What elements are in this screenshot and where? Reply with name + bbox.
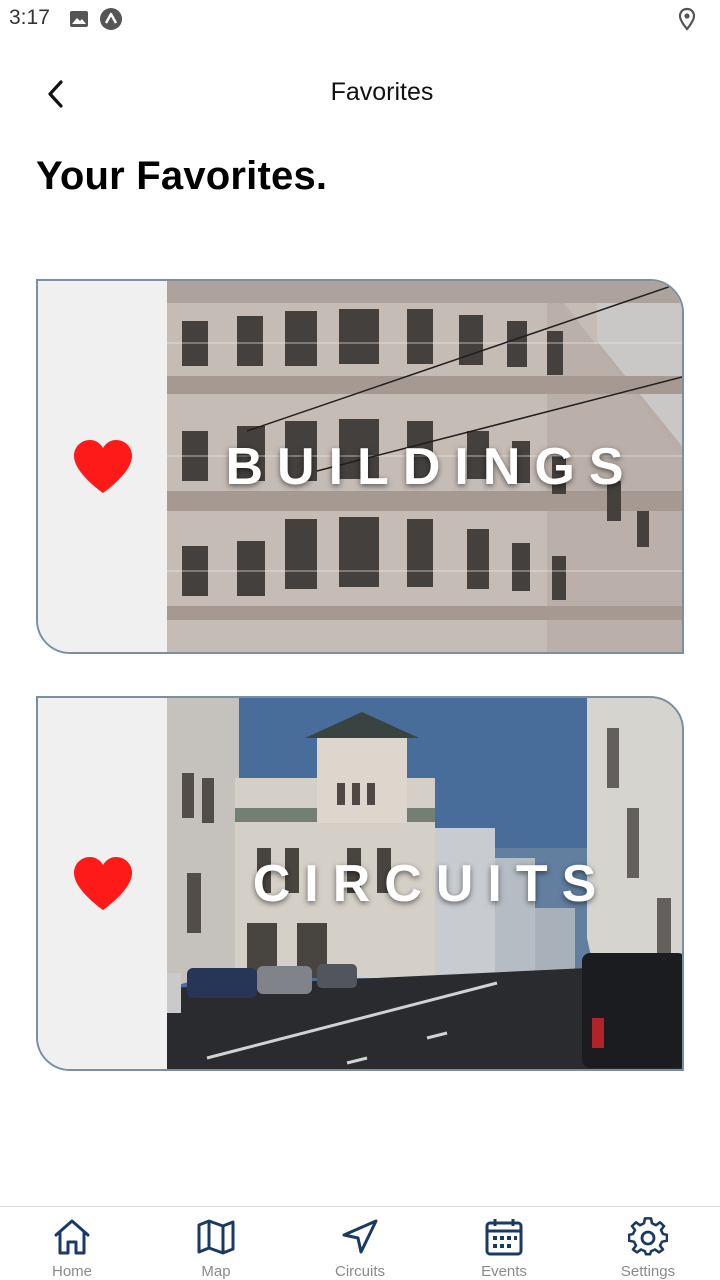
calendar-icon [484,1217,524,1257]
nav-label-settings: Settings [620,1263,676,1280]
favorite-card-buildings[interactable]: BUILDINGS [36,279,684,654]
location-pin-icon [674,6,700,32]
top-app-bar: Favorites [0,56,720,132]
card-side-panel [38,281,167,652]
nav-label-circuits: Circuits [334,1263,385,1280]
home-icon [52,1217,92,1257]
city-street-photo: CIRCUITS [167,698,682,1069]
card-title-circuits: CIRCUITS [252,854,611,913]
nav-label-events: Events [481,1263,527,1280]
nav-map[interactable]: Map [144,1207,288,1280]
card-title-buildings: BUILDINGS [225,437,638,496]
heart-icon [73,439,132,493]
gear-icon [628,1217,668,1257]
navigation-arrow-icon [340,1217,380,1257]
favorite-toggle-button[interactable] [71,438,135,496]
nav-events[interactable]: Events [432,1207,576,1280]
favorites-heading: Your Favorites. [36,154,328,198]
nav-circuits[interactable]: Circuits [288,1207,432,1280]
page-title: Favorites [330,78,434,106]
bottom-navigation: Home Map Circuits Events Settings [0,1206,720,1280]
app-notification-icon [98,6,124,32]
nav-home[interactable]: Home [0,1207,144,1280]
image-icon [66,6,92,32]
nav-settings[interactable]: Settings [576,1207,720,1280]
nav-label-map: Map [201,1263,231,1280]
nav-label-home: Home [51,1263,92,1280]
ornate-building-photo: BUILDINGS [167,281,682,652]
heart-icon [73,856,132,910]
favorite-toggle-button[interactable] [71,855,135,913]
status-time: 3:17 [9,6,50,29]
map-icon [196,1217,236,1257]
card-side-panel [38,698,167,1069]
status-bar: 3:17 [0,0,720,38]
favorite-card-circuits[interactable]: CIRCUITS [36,696,684,1071]
